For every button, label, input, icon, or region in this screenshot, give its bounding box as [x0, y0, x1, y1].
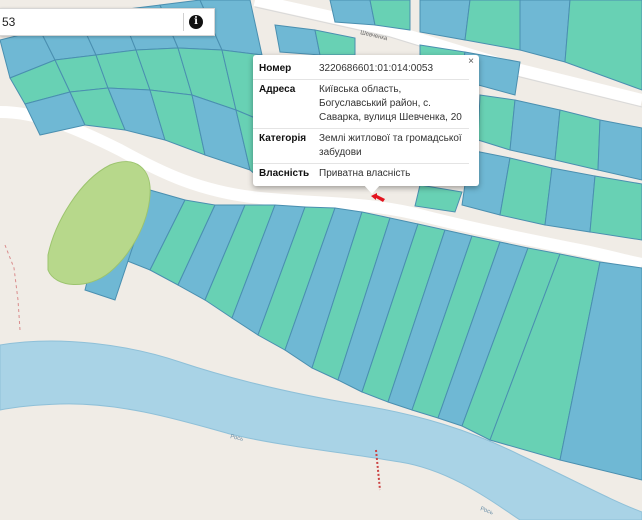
- parcel-info-table: Номер 3220686601:01:014:0053 Адреса Київ…: [253, 59, 469, 184]
- info-value: Приватна власність: [313, 163, 469, 184]
- info-row-ownership: Власність Приватна власність: [253, 163, 469, 184]
- search-input[interactable]: [0, 9, 184, 35]
- info-key: Власність: [253, 163, 313, 184]
- search-divider: [183, 13, 184, 31]
- info-value: Землі житлової та громадської забудови: [313, 128, 469, 164]
- info-key: Категорія: [253, 128, 313, 164]
- info-row-category: Категорія Землі житлової та громадської …: [253, 128, 469, 164]
- info-value: Київська область, Богуславський район, с…: [313, 79, 469, 129]
- info-key: Номер: [259, 63, 292, 74]
- info-value: 3220686601:01:014:0053: [319, 63, 434, 74]
- parcel-arrow-icon: [371, 193, 385, 202]
- popup-pointer: [363, 184, 381, 194]
- search-box: i: [0, 8, 215, 36]
- info-row-address: Адреса Київська область, Богуславський р…: [253, 79, 469, 129]
- parcel-info-popup: × Номер 3220686601:01:014:0053 Адреса Ки…: [253, 55, 479, 186]
- info-key: Адреса: [253, 79, 313, 129]
- close-icon[interactable]: ×: [468, 56, 474, 67]
- info-icon[interactable]: i: [189, 15, 203, 29]
- info-row-number: Номер 3220686601:01:014:0053: [253, 59, 469, 80]
